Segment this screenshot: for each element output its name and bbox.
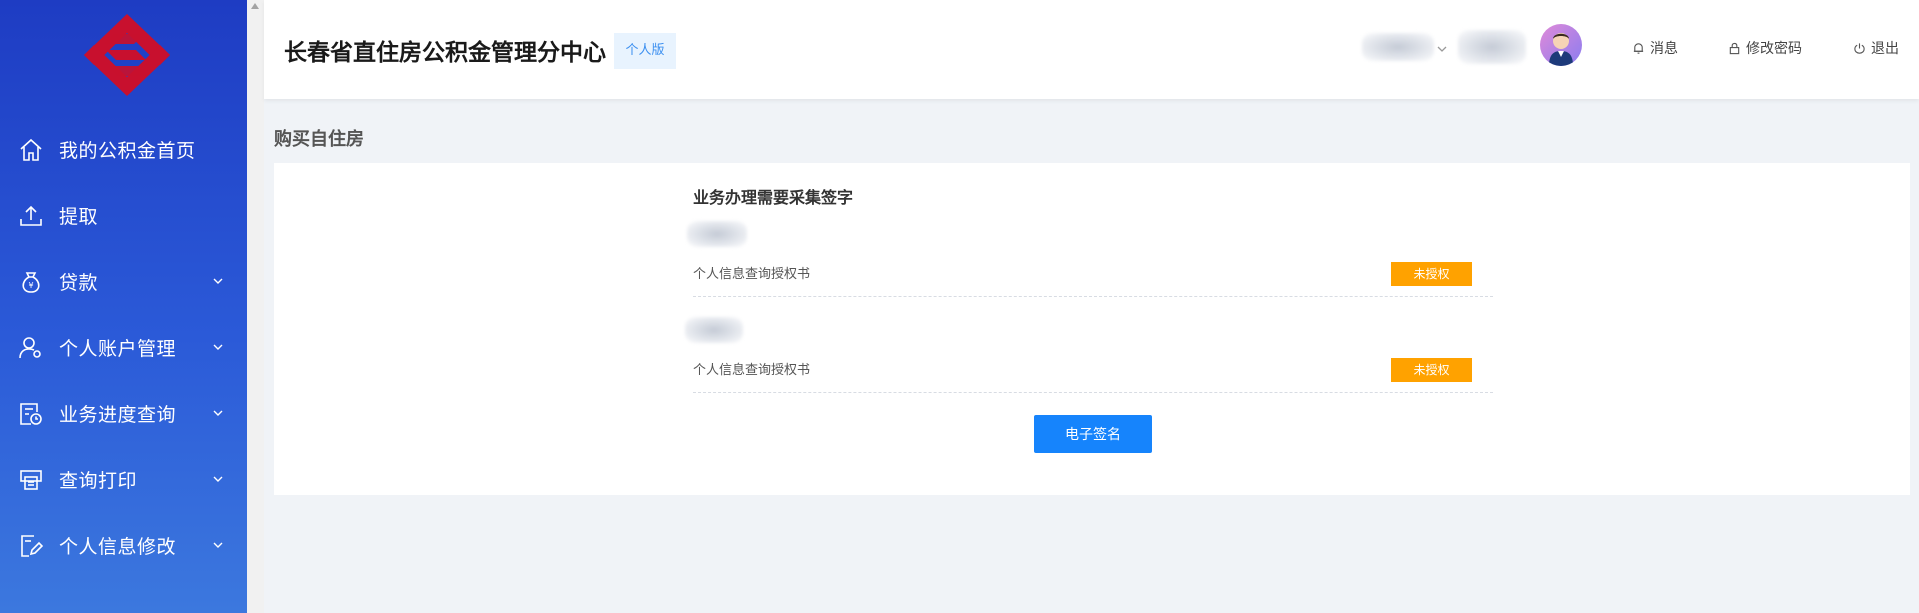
sidebar-item-label: 我的公积金首页 xyxy=(59,139,196,162)
signer-name-obscured xyxy=(685,317,743,343)
change-password-label: 修改密码 xyxy=(1746,41,1802,57)
username-obscured[interactable] xyxy=(1362,33,1434,61)
sidebar: 我的公积金首页 提取 ¥ 贷款 个人账户管理 业务进度查询 查询打印 个人信息修… xyxy=(0,0,247,613)
sidebar-item-label: 提取 xyxy=(59,205,99,228)
signature-row: 个人信息查询授权书 未授权 xyxy=(687,219,1493,297)
user-settings-icon xyxy=(19,337,41,359)
logout-link[interactable]: 退出 xyxy=(1853,38,1899,58)
sidebar-item-label: 业务进度查询 xyxy=(59,403,177,426)
card-title: 业务办理需要采集签字 xyxy=(693,188,854,207)
signature-card: 业务办理需要采集签字 个人信息查询授权书 未授权 个人信息查询授权书 未授权 电… xyxy=(274,163,1910,495)
progress-clock-icon xyxy=(20,403,42,425)
lock-icon xyxy=(1729,42,1740,54)
logout-label: 退出 xyxy=(1871,41,1899,57)
avatar[interactable] xyxy=(1540,24,1582,66)
sidebar-item-label: 贷款 xyxy=(59,271,99,294)
edit-document-icon xyxy=(21,535,44,557)
top-header: 长春省直住房公积金管理分中心 个人版 消息 修改密码 退出 xyxy=(264,0,1919,99)
sidebar-item-print[interactable]: 查询打印 xyxy=(0,454,247,504)
messages-label: 消息 xyxy=(1650,41,1678,57)
chevron-down-icon xyxy=(213,542,223,548)
sidebar-item-label: 个人信息修改 xyxy=(59,535,177,558)
scrollbar[interactable] xyxy=(247,0,264,613)
page-title: 长春省直住房公积金管理分中心 xyxy=(284,40,606,66)
bell-icon xyxy=(1633,42,1644,54)
printer-icon xyxy=(20,470,42,490)
esign-button[interactable]: 电子签名 xyxy=(1034,415,1152,453)
scroll-up-arrow-icon[interactable] xyxy=(251,3,259,9)
svg-text:¥: ¥ xyxy=(28,281,33,290)
power-icon xyxy=(1854,42,1865,54)
chevron-down-icon[interactable] xyxy=(1436,44,1448,54)
edition-badge: 个人版 xyxy=(614,33,676,69)
person-avatar-icon xyxy=(1549,33,1573,66)
sidebar-item-account[interactable]: 个人账户管理 xyxy=(0,322,247,372)
signer-name-obscured xyxy=(687,221,747,247)
status-badge: 未授权 xyxy=(1391,358,1472,382)
user-org-obscured xyxy=(1458,30,1526,64)
money-bag-icon: ¥ xyxy=(22,272,40,293)
section-heading: 购买自住房 xyxy=(274,129,364,150)
sidebar-item-label: 个人账户管理 xyxy=(59,337,177,360)
home-icon xyxy=(20,138,42,161)
messages-link[interactable]: 消息 xyxy=(1632,38,1678,58)
status-badge: 未授权 xyxy=(1391,262,1472,286)
document-label[interactable]: 个人信息查询授权书 xyxy=(693,359,810,378)
document-label[interactable]: 个人信息查询授权书 xyxy=(693,263,810,282)
signature-row: 个人信息查询授权书 未授权 xyxy=(685,315,1493,393)
upload-icon xyxy=(20,205,42,226)
sidebar-item-home[interactable]: 我的公积金首页 xyxy=(0,124,247,174)
sidebar-item-label: 查询打印 xyxy=(59,469,138,492)
change-password-link[interactable]: 修改密码 xyxy=(1728,38,1802,58)
sidebar-item-loan[interactable]: ¥ 贷款 xyxy=(0,256,247,306)
chevron-down-icon xyxy=(213,278,223,284)
sidebar-item-edit-info[interactable]: 个人信息修改 xyxy=(0,520,247,570)
chevron-down-icon xyxy=(213,410,223,416)
logo-icon xyxy=(84,14,170,96)
sidebar-item-withdraw[interactable]: 提取 xyxy=(0,190,247,240)
sidebar-item-progress[interactable]: 业务进度查询 xyxy=(0,388,247,438)
chevron-down-icon xyxy=(213,476,223,482)
chevron-down-icon xyxy=(213,344,223,350)
